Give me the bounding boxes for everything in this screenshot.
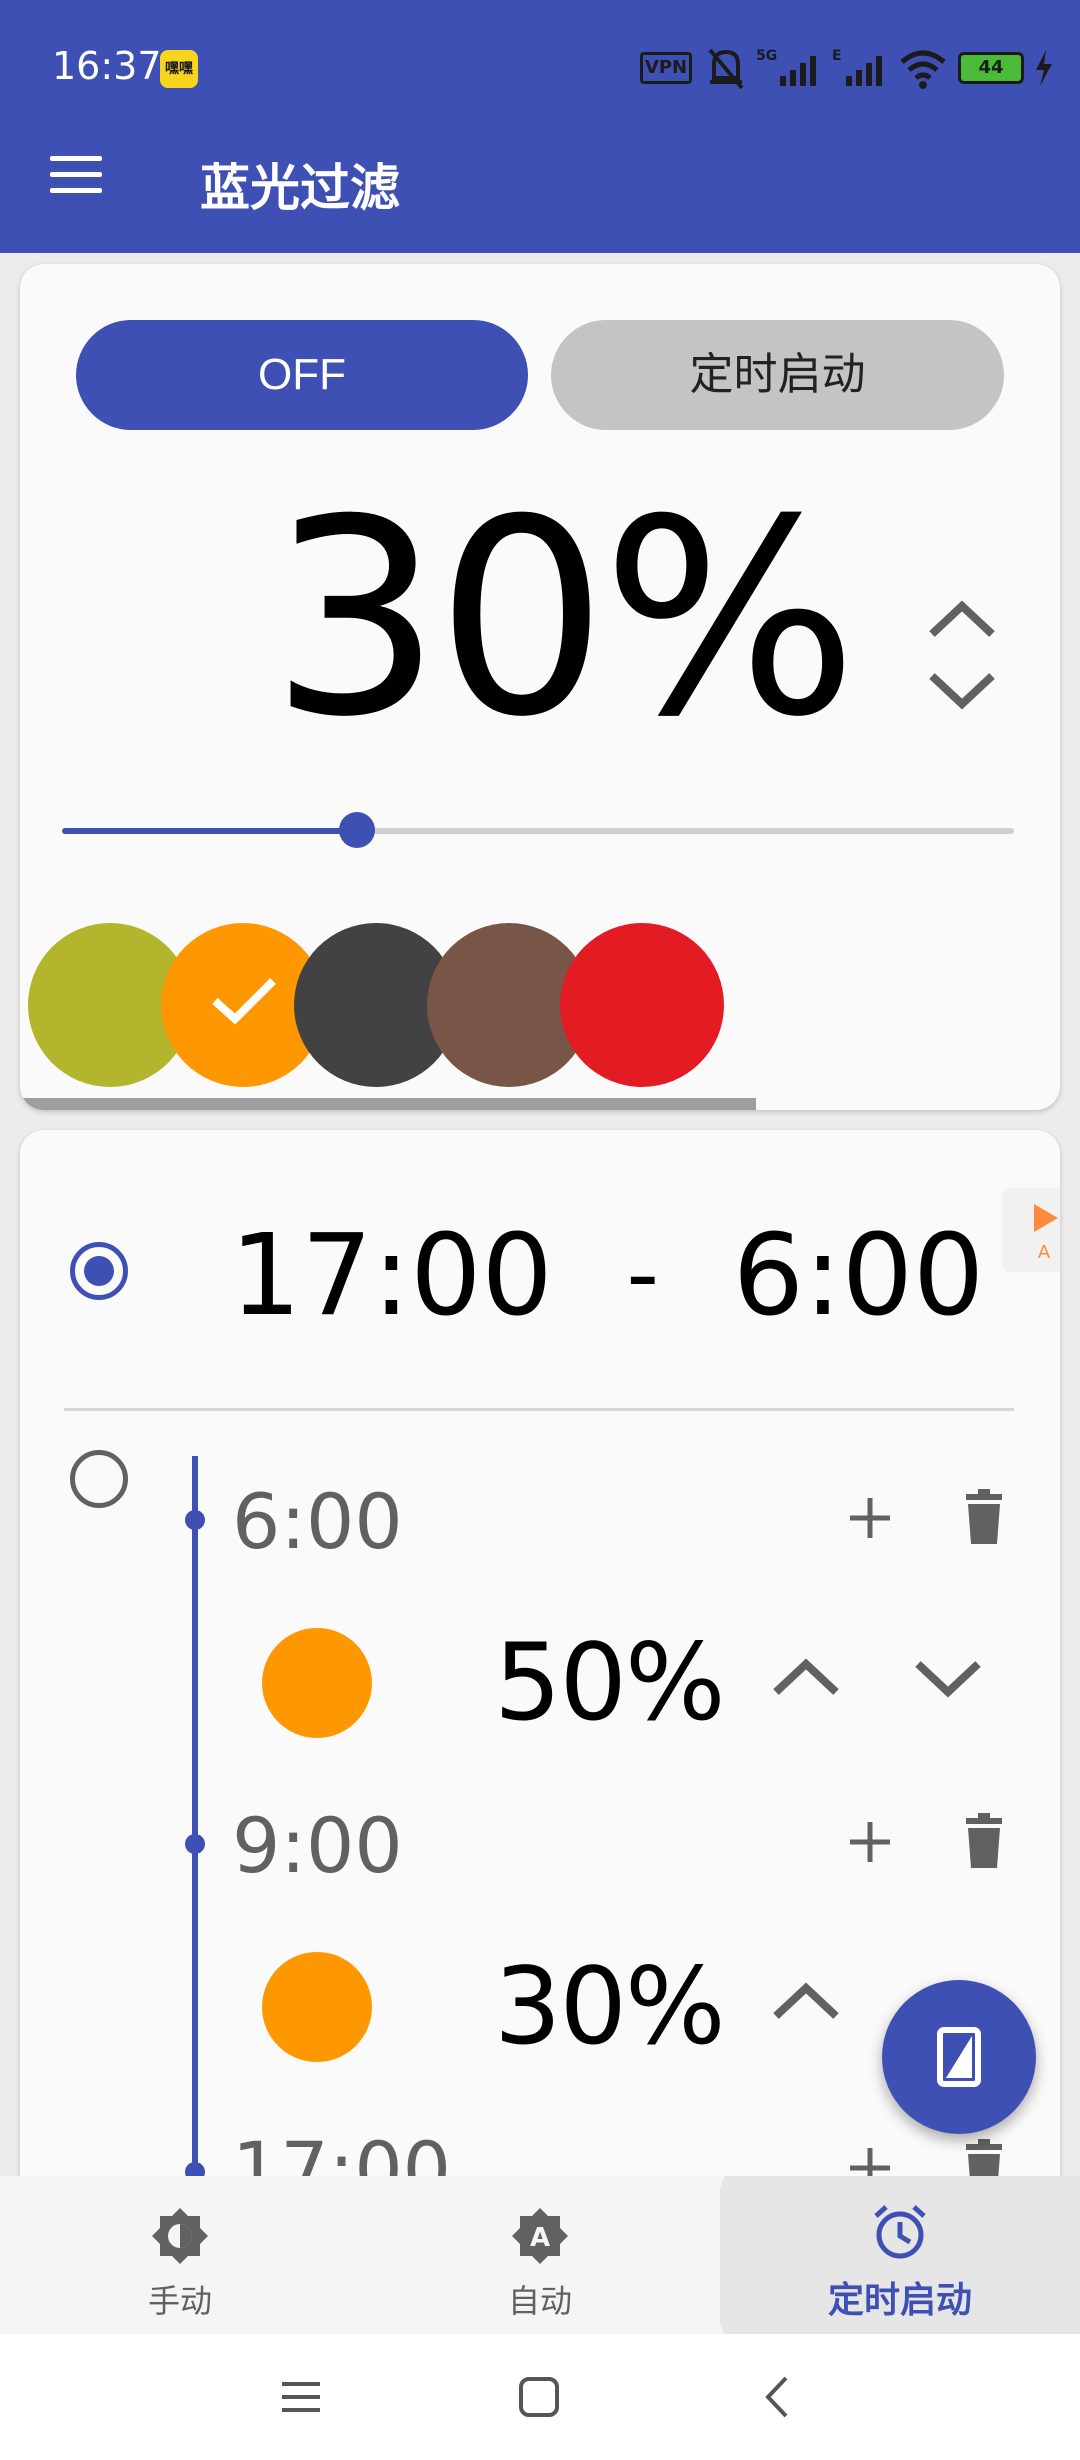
entry-increase-button[interactable] [766,1972,846,2032]
checkmark-icon [212,978,276,1025]
alarm-clock-icon [874,2205,926,2259]
vpn-icon: VPN [640,52,692,84]
custom-schedule-radio[interactable] [70,1450,128,1508]
mute-bell-icon [708,48,744,90]
nav-tab-manual[interactable]: 手动 [0,2176,360,2334]
chevron-up-icon [929,600,995,637]
nav-tab-timer[interactable]: 定时启动 [720,2176,1080,2334]
chevron-down-icon [915,1661,981,1698]
power-toggle-button[interactable]: OFF [76,320,528,430]
intensity-value: 30% [270,461,858,776]
scroll-indicator [20,1098,756,1110]
app-header: 16:37 嘿嘿 VPN 5G E 44 蓝光过滤 [0,0,1080,253]
system-navigation-bar [0,2334,1080,2460]
slider-thumb[interactable] [339,812,376,848]
chevron-up-icon [773,1982,839,2019]
entry-color-swatch[interactable] [262,1628,372,1738]
network-5g-label: 5G [756,48,777,64]
signal-e-icon: E [832,48,882,86]
back-button[interactable] [742,2362,812,2432]
intensity-slider[interactable] [62,812,1014,848]
entry-time[interactable]: 6:00 [232,1484,403,1560]
decrease-intensity-button[interactable] [922,660,1002,720]
wifi-icon [900,50,946,89]
brightness-icon [152,2208,208,2264]
battery-level: 44 [978,57,1004,78]
status-time: 16:37 [52,44,162,88]
home-button[interactable] [504,2362,574,2432]
nav-label: 自动 [507,2282,572,2320]
battery-icon: 44 [958,52,1024,84]
network-e-label: E [832,48,842,64]
page-title: 蓝光过滤 [200,159,400,217]
plus-icon [850,1822,890,1862]
trash-icon [966,1489,1002,1544]
add-entry-button[interactable] [838,1810,902,1874]
delete-entry-button[interactable] [952,1810,1016,1874]
nav-label: 手动 [147,2282,212,2320]
add-entry-button[interactable] [838,1486,902,1550]
timeline-dot [185,1834,205,1854]
svg-text:A: A [1038,1242,1051,1263]
range-end-time[interactable]: 6:00 [733,1211,985,1341]
charging-icon [1036,50,1052,86]
bottom-navigation: 手动 A 自动 定时启动 [0,2176,1080,2334]
delete-entry-button[interactable] [952,1486,1016,1550]
hamburger-menu-icon[interactable] [50,154,104,194]
nav-tab-auto[interactable]: A 自动 [360,2176,720,2334]
entry-time[interactable]: 9:00 [232,1808,403,1884]
plus-icon [850,1498,890,1538]
timeline-line [192,1456,198,2176]
trash-icon [966,1813,1002,1868]
entry-decrease-button[interactable] [908,1648,988,1708]
phone-screen-filter-icon [937,2027,981,2087]
auto-brightness-icon: A [512,2208,568,2264]
screen-filter-fab[interactable] [882,1980,1036,2134]
back-chevron-icon [765,2376,788,2418]
home-square-icon [519,2377,559,2417]
color-swatch[interactable] [560,923,724,1087]
filter-control-card: OFF 定时启动 30% [20,264,1060,1110]
recent-apps-button[interactable] [266,2362,336,2432]
notification-app-icon: 嘿嘿 [160,50,198,88]
play-icon: A [1034,1204,1058,1263]
ad-badge[interactable]: A [1002,1188,1060,1272]
range-start-time[interactable]: 17:00 [230,1211,553,1341]
schedule-range: 17:00-6:00 [230,1220,1010,1332]
slider-fill [62,828,358,834]
timer-mode-button[interactable]: 定时启动 [551,320,1004,430]
entry-percent: 50% [494,1621,726,1744]
simple-range-radio[interactable] [70,1242,128,1300]
increase-intensity-button[interactable] [922,590,1002,650]
timeline-dot [185,1510,205,1530]
range-separator: - [626,1222,659,1327]
divider [64,1408,1014,1411]
menu-lines-icon [282,2382,320,2412]
status-bar: 16:37 嘿嘿 VPN 5G E 44 [0,0,1080,140]
entry-increase-button[interactable] [766,1648,846,1708]
svg-text:A: A [530,2223,550,2253]
signal-5g-icon: 5G [756,48,816,86]
chevron-down-icon [929,673,995,710]
entry-color-swatch[interactable] [262,1952,372,2062]
nav-label: 定时启动 [827,2280,972,2321]
chevron-up-icon [773,1658,839,1695]
entry-percent: 30% [494,1945,726,2068]
status-icons: 5G E 44 [706,44,1054,92]
